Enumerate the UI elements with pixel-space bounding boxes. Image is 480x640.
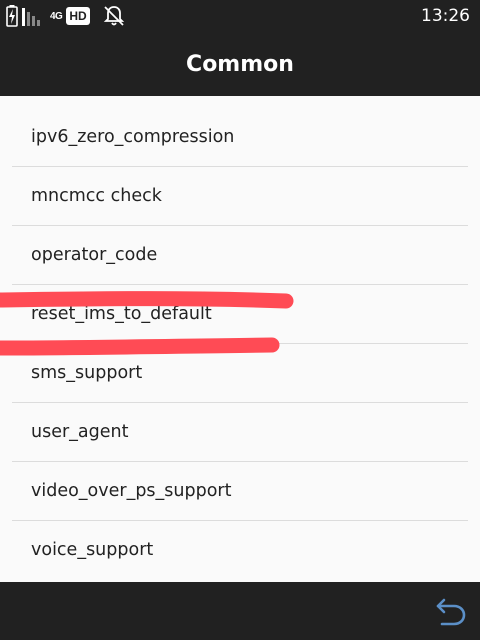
list-item-label: sms_support: [31, 363, 143, 383]
list-item-label: ipv6_zero_compression: [31, 127, 235, 147]
network-type-label: 4G: [50, 10, 63, 22]
status-time: 13:26: [421, 6, 470, 26]
list-item-video-over-ps-support[interactable]: video_over_ps_support: [12, 462, 468, 521]
battery-charging-icon: [6, 5, 18, 27]
list-item-mncmcc-check[interactable]: mncmcc check: [12, 167, 468, 226]
page-title: Common: [186, 51, 294, 77]
status-icons: 4G HD: [6, 4, 126, 28]
back-icon[interactable]: [434, 594, 468, 628]
list-item-voice-support[interactable]: voice_support: [12, 521, 468, 580]
list-item-label: video_over_ps_support: [31, 481, 232, 501]
list-item-label: voice_support: [31, 540, 154, 560]
notifications-off-icon: [103, 6, 124, 26]
list-item-label: mncmcc check: [31, 186, 162, 206]
list-item-reset-ims-to-default[interactable]: reset_ims_to_default: [12, 285, 468, 344]
app-bar: Common: [0, 32, 480, 96]
status-bar: 4G HD 13:26: [0, 0, 480, 32]
list-item-label: user_agent: [31, 422, 129, 442]
list-item-ipv6-zero-compression[interactable]: ipv6_zero_compression: [12, 108, 468, 167]
signal-icon: [22, 8, 40, 26]
list-item-sms-support[interactable]: sms_support: [12, 344, 468, 403]
list-item-user-agent[interactable]: user_agent: [12, 403, 468, 462]
hd-badge: HD: [66, 7, 90, 25]
list-item-label: operator_code: [31, 245, 158, 265]
settings-list: ipv6_zero_compression mncmcc check opera…: [0, 96, 480, 582]
list-item-operator-code[interactable]: operator_code: [12, 226, 468, 285]
navigation-bar: [0, 582, 480, 640]
list-item-label: reset_ims_to_default: [31, 304, 212, 324]
